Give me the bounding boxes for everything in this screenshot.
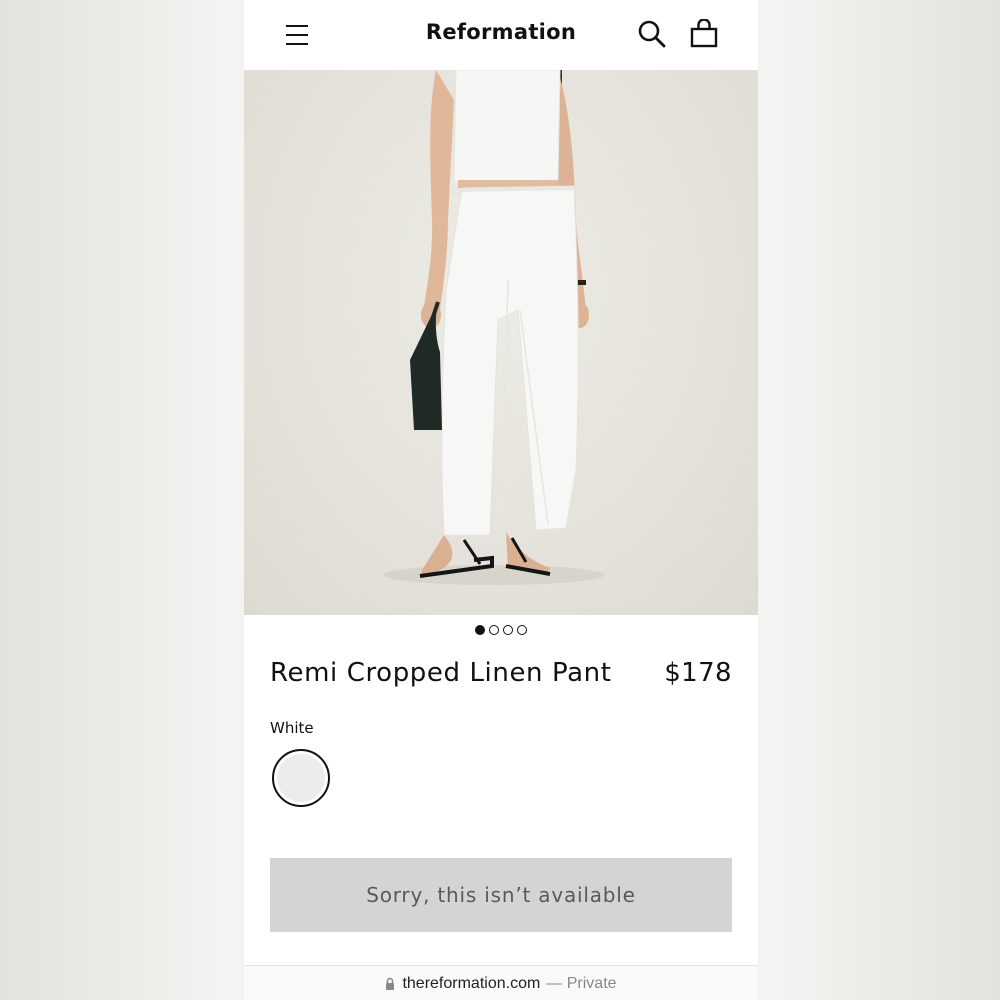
search-icon[interactable] — [637, 19, 667, 49]
product-title: Remi Cropped Linen Pant — [270, 658, 612, 688]
shopping-bag-icon[interactable] — [689, 19, 719, 49]
site-header: Reformation — [244, 0, 758, 70]
carousel-dot-3[interactable] — [503, 625, 513, 635]
private-mode-label: — Private — [546, 974, 617, 992]
lock-icon — [386, 977, 395, 990]
carousel-dot-2[interactable] — [489, 625, 499, 635]
carousel-dot-1[interactable] — [475, 625, 485, 635]
url-domain: thereformation.com — [402, 974, 541, 992]
carousel-dot-4[interactable] — [517, 625, 527, 635]
browser-url-bar[interactable]: thereformation.com — Private — [244, 965, 758, 1000]
color-swatch-white[interactable] — [272, 749, 330, 807]
color-name: White — [270, 719, 314, 737]
product-image[interactable] — [244, 70, 758, 615]
image-carousel-indicator — [475, 625, 530, 637]
mobile-viewport: Reformation Remi Cropped Linen Pant $178… — [244, 0, 758, 1000]
unavailable-button[interactable]: Sorry, this isn’t available — [270, 858, 732, 932]
product-price: $178 — [664, 658, 732, 688]
brand-logo[interactable]: Reformation — [244, 20, 758, 44]
product-photo-illustration — [384, 70, 604, 585]
